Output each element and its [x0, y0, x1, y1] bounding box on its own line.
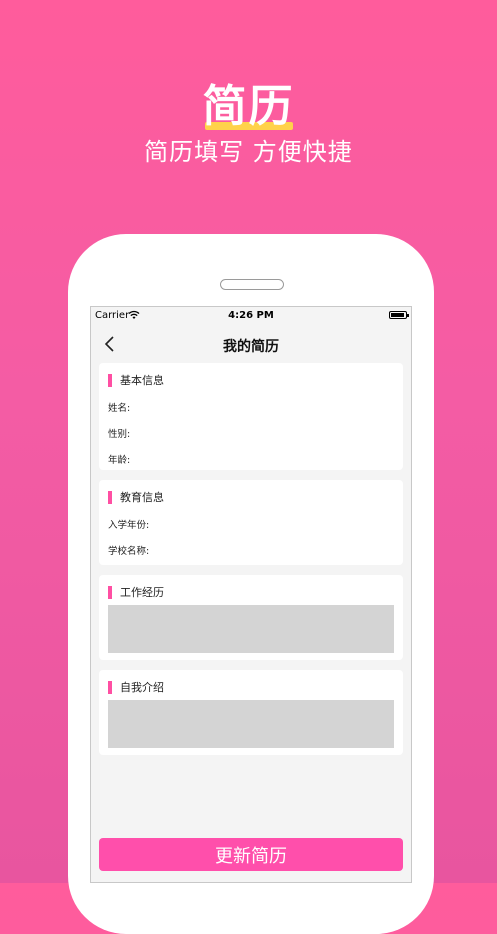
hero-subtitle: 简历填写 方便快捷 — [144, 138, 353, 166]
section-accent-bar — [108, 585, 112, 599]
education-info-header: 教育信息 — [108, 490, 164, 504]
self-intro-textarea[interactable] — [108, 700, 394, 748]
work-experience-header: 工作经历 — [108, 585, 164, 599]
hero-title: 简历 — [0, 70, 497, 134]
section-accent-bar — [108, 490, 112, 504]
self-intro-title: 自我介绍 — [120, 681, 164, 694]
gender-field[interactable]: 性别: — [108, 426, 130, 440]
self-intro-header: 自我介绍 — [108, 680, 164, 694]
basic-info-title: 基本信息 — [120, 374, 164, 387]
nav-bar: 我的简历 — [91, 327, 411, 361]
school-name-field[interactable]: 学校名称: — [108, 543, 149, 557]
education-info-title: 教育信息 — [120, 491, 164, 504]
self-intro-card: 自我介绍 — [99, 670, 403, 755]
work-experience-textarea[interactable] — [108, 605, 394, 653]
phone-speaker — [220, 279, 284, 290]
enrollment-year-field[interactable]: 入学年份: — [108, 517, 149, 531]
page-title: 我的简历 — [223, 339, 279, 355]
app-screen: Carrier 4:26 PM 我的简历 基本信息 姓名: 性别: 年龄: 教育… — [90, 306, 412, 883]
basic-info-card: 基本信息 姓名: 性别: 年龄: — [99, 363, 403, 470]
section-accent-bar — [108, 373, 112, 387]
battery-icon — [389, 311, 409, 319]
update-resume-button[interactable]: 更新简历 — [99, 838, 403, 871]
status-time: 4:26 PM — [228, 310, 274, 321]
basic-info-header: 基本信息 — [108, 373, 164, 387]
status-bar: Carrier 4:26 PM — [91, 307, 411, 325]
name-field[interactable]: 姓名: — [108, 400, 130, 414]
section-accent-bar — [108, 680, 112, 694]
work-experience-title: 工作经历 — [120, 586, 164, 599]
age-field[interactable]: 年龄: — [108, 452, 130, 466]
education-info-card: 教育信息 入学年份: 学校名称: — [99, 480, 403, 565]
work-experience-card: 工作经历 — [99, 575, 403, 660]
